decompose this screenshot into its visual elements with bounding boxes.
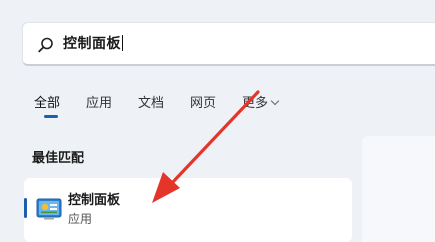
best-match-result[interactable]: 控制面板 应用 (24, 178, 352, 242)
result-title: 控制面板 (68, 193, 121, 208)
tab-apps[interactable]: 应用 (86, 92, 112, 111)
preview-panel (362, 136, 435, 242)
control-panel-icon (36, 198, 62, 220)
tab-web-label: 网页 (190, 96, 217, 111)
tab-documents-label: 文档 (138, 96, 165, 111)
search-input[interactable]: 控制面板 (63, 33, 123, 55)
tab-all-label: 全部 (34, 96, 61, 111)
tab-documents[interactable]: 文档 (138, 92, 164, 111)
search-icon (38, 37, 53, 53)
tab-more-label: 更多 (242, 96, 269, 111)
tab-all[interactable]: 全部 (34, 92, 60, 111)
best-match-heading: 最佳匹配 (32, 151, 85, 166)
search-box[interactable]: 控制面板 (22, 22, 435, 66)
chevron-down-icon (270, 96, 280, 106)
selection-indicator (24, 198, 27, 218)
tab-web[interactable]: 网页 (190, 92, 216, 111)
tab-apps-label: 应用 (86, 96, 113, 111)
tab-more[interactable]: 更多 (242, 92, 280, 111)
result-type: 应用 (68, 212, 93, 226)
active-tab-indicator (44, 115, 58, 118)
search-query: 控制面板 (63, 36, 121, 52)
text-caret (122, 35, 123, 51)
